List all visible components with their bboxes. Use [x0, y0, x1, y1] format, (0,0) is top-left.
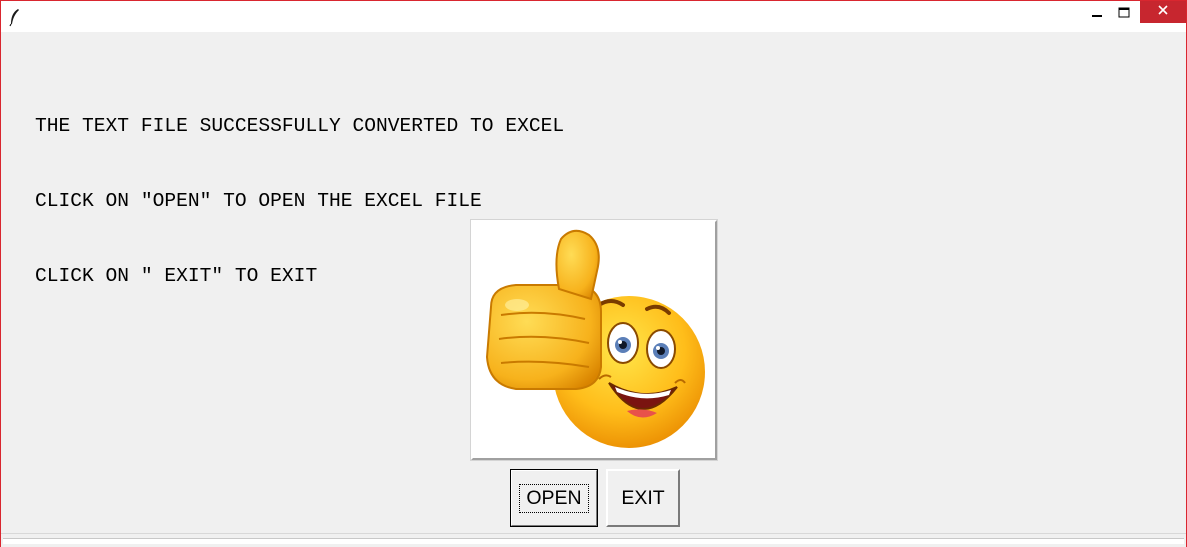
message-line-2: CLICK ON "OPEN" TO OPEN THE EXCEL FILE: [35, 190, 482, 212]
feather-icon: [7, 7, 23, 27]
exit-button-label: EXIT: [621, 486, 665, 509]
exit-button[interactable]: EXIT: [606, 469, 680, 527]
thumbs-up-smiley-icon: [481, 227, 707, 453]
image-panel: [471, 220, 717, 460]
bottom-bar: [1, 533, 1186, 547]
maximize-icon: [1118, 6, 1130, 24]
title-bar[interactable]: [1, 1, 1186, 32]
open-button[interactable]: OPEN: [510, 469, 598, 527]
close-icon: [1157, 3, 1169, 21]
minimize-icon: [1091, 6, 1103, 24]
app-window: THE TEXT FILE SUCCESSFULLY CONVERTED TO …: [0, 0, 1187, 547]
message-line-1: THE TEXT FILE SUCCESSFULLY CONVERTED TO …: [35, 115, 565, 137]
open-button-label: OPEN: [519, 483, 589, 513]
maximize-button[interactable]: [1107, 1, 1141, 28]
main-content: THE TEXT FILE SUCCESSFULLY CONVERTED TO …: [5, 33, 1183, 533]
close-button[interactable]: [1140, 1, 1186, 23]
bottom-bar-inner: [3, 538, 1184, 544]
